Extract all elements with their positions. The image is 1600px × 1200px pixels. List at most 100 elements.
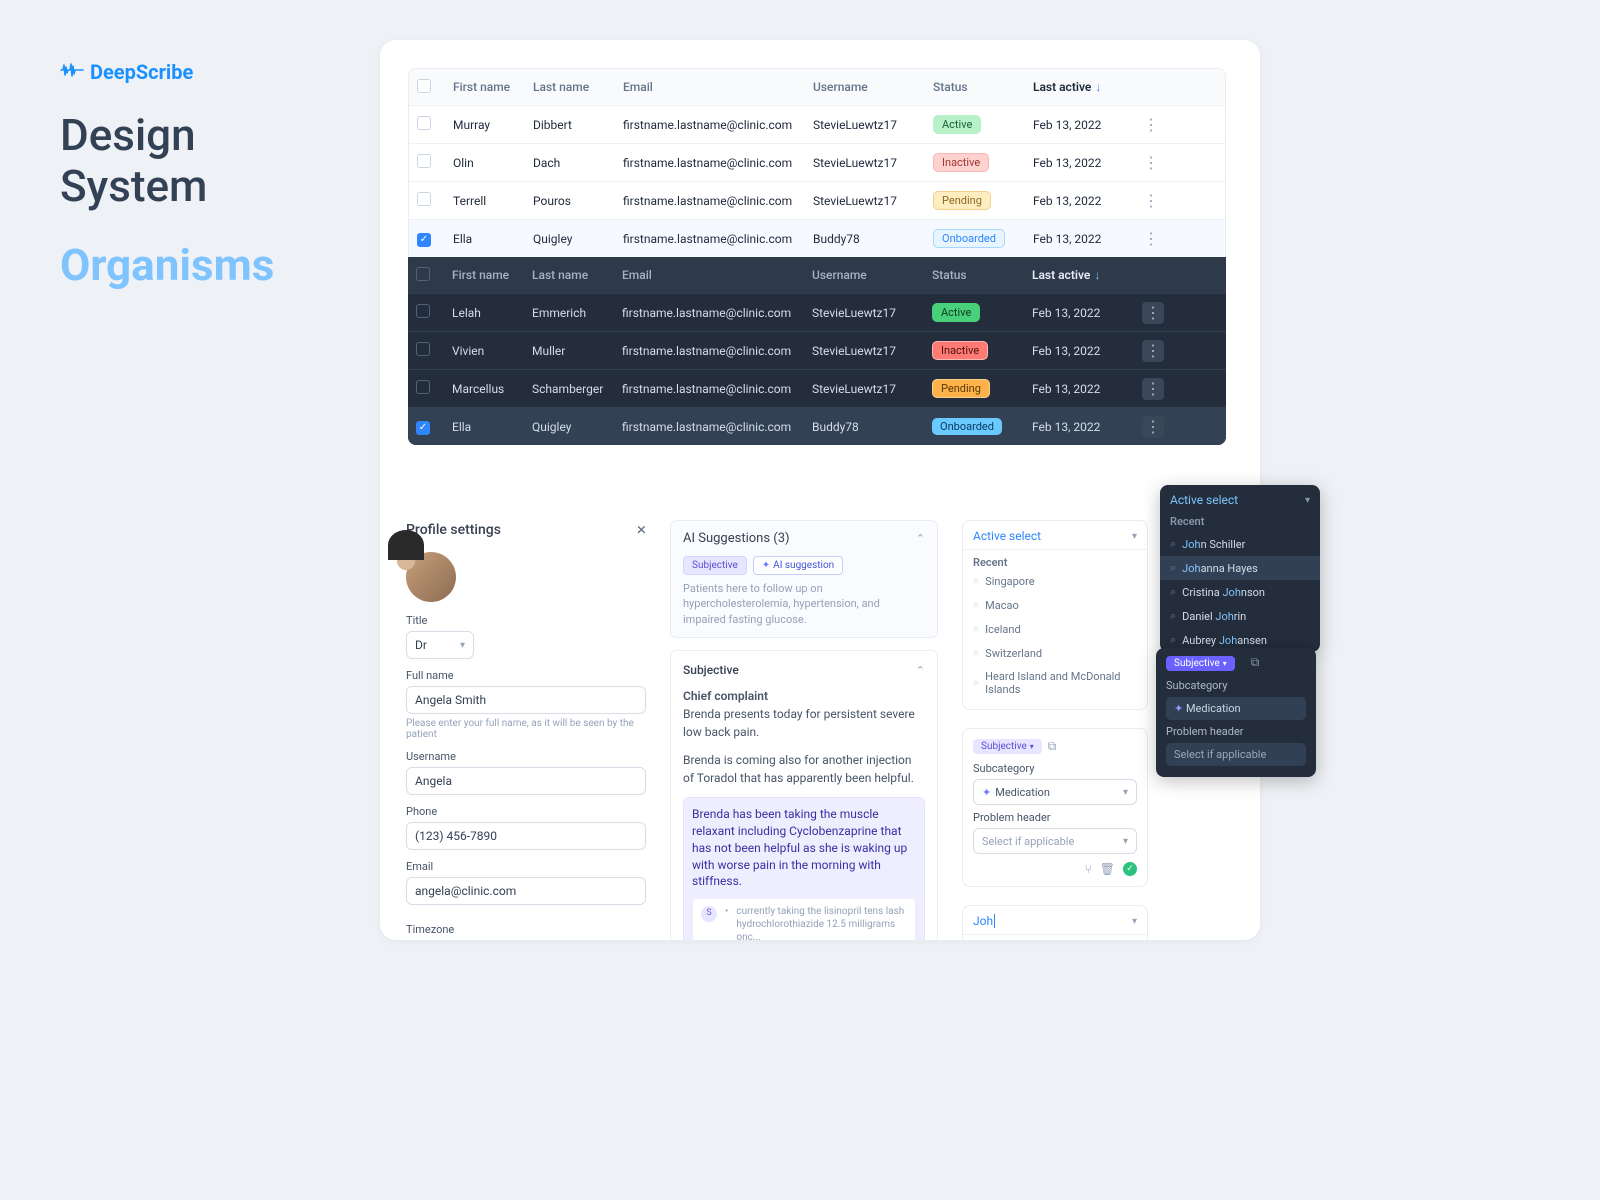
table-row[interactable]: OlinDachfirstname.lastname@clinic.comSte… bbox=[409, 143, 1225, 181]
cell-email: firstname.lastname@clinic.com bbox=[622, 306, 812, 320]
col-username[interactable]: Username bbox=[813, 80, 933, 94]
table-row[interactable]: MurrayDibbertfirstname.lastname@clinic.c… bbox=[409, 105, 1225, 143]
close-icon[interactable]: × bbox=[637, 520, 646, 540]
copy-icon[interactable]: ⧉ bbox=[1251, 655, 1260, 670]
row-actions-icon[interactable]: ⋮ bbox=[1142, 378, 1164, 400]
email-input[interactable]: angela@clinic.com bbox=[406, 877, 646, 905]
row-actions-icon[interactable]: ⋮ bbox=[1143, 191, 1159, 210]
table-row[interactable]: TerrellPourosfirstname.lastname@clinic.c… bbox=[409, 181, 1225, 219]
ai-suggestions-header[interactable]: AI Suggestions (3) ⌃ bbox=[683, 531, 925, 546]
row-actions-icon[interactable]: ⋮ bbox=[1143, 229, 1159, 248]
row-actions-icon[interactable]: ⋮ bbox=[1142, 302, 1164, 324]
clinical-note-panel: AI Suggestions (3) ⌃ Subjective ✦AI sugg… bbox=[670, 520, 938, 940]
trash-icon[interactable]: 🗑 bbox=[1100, 862, 1115, 876]
confirm-icon[interactable]: ✓ bbox=[1123, 862, 1137, 876]
row-checkbox[interactable] bbox=[416, 304, 430, 318]
col-last-active[interactable]: Last active↓ bbox=[1032, 268, 1142, 282]
chevron-down-icon: ▾ bbox=[460, 640, 465, 651]
table-row[interactable]: EllaQuigleyfirstname.lastname@clinic.com… bbox=[408, 407, 1226, 445]
table-row[interactable]: EllaQuigleyfirstname.lastname@clinic.com… bbox=[409, 219, 1225, 257]
cell-username: StevieLuewtz17 bbox=[813, 156, 933, 170]
active-select-dropdown-dark[interactable]: Active select▾ Recent ⌕John Schiller⌕Joh… bbox=[1160, 485, 1320, 652]
col-status[interactable]: Status bbox=[932, 268, 1032, 282]
active-select-dropdown[interactable]: Active select▾ Recent ⌕Singapore⌕Macao⌕I… bbox=[962, 520, 1148, 710]
checkbox-all[interactable] bbox=[416, 267, 430, 281]
users-table-dark: First name Last name Email Username Stat… bbox=[408, 257, 1226, 445]
subcategory-select[interactable]: ✦ Medication bbox=[1166, 697, 1306, 720]
subcategory-select[interactable]: ✦Medication▾ bbox=[973, 779, 1137, 805]
username-input[interactable]: Angela bbox=[406, 767, 646, 795]
fullname-input[interactable]: Angela Smith bbox=[406, 686, 646, 714]
col-last[interactable]: Last name bbox=[533, 80, 623, 94]
col-email[interactable]: Email bbox=[623, 80, 813, 94]
select-option[interactable]: ⌕John Schiller bbox=[1160, 532, 1320, 556]
search-icon: ⌕ bbox=[1170, 561, 1176, 575]
select-option[interactable]: ⌕Heard Island and McDonald Islands bbox=[963, 665, 1147, 701]
select-option[interactable]: ⌕Switzerland bbox=[963, 641, 1147, 665]
chief-complaint-label: Chief complaint bbox=[683, 689, 768, 703]
col-status[interactable]: Status bbox=[933, 80, 1033, 94]
col-last[interactable]: Last name bbox=[532, 268, 622, 282]
row-actions-icon[interactable]: ⋮ bbox=[1143, 153, 1159, 172]
row-actions-icon[interactable]: ⋮ bbox=[1142, 340, 1164, 362]
cell-email: firstname.lastname@clinic.com bbox=[622, 420, 812, 434]
pill-subjective[interactable]: Subjective ▾ bbox=[1166, 656, 1235, 671]
row-checkbox[interactable] bbox=[416, 421, 430, 435]
table-row[interactable]: MarcellusSchambergerfirstname.lastname@c… bbox=[408, 369, 1226, 407]
select-option[interactable]: ⌕Cristina Johnson bbox=[1160, 580, 1320, 604]
table-row[interactable]: VivienMullerfirstname.lastname@clinic.co… bbox=[408, 331, 1226, 369]
select-option[interactable]: ⌕Singapore bbox=[963, 569, 1147, 593]
label-timezone: Timezone bbox=[406, 923, 646, 936]
checkbox-all[interactable] bbox=[417, 79, 431, 93]
cell-email: firstname.lastname@clinic.com bbox=[623, 118, 813, 132]
subjective-header[interactable]: Subjective ⌃ bbox=[683, 663, 925, 677]
select-option[interactable]: ⌕Daniel Johrin bbox=[1160, 604, 1320, 628]
search-dropdown[interactable]: Joh▾ Recent ⌕John Schiller⌕Johanna Hayes… bbox=[962, 905, 1148, 940]
brand-name: DeepScribe bbox=[90, 60, 193, 84]
cell-last: Muller bbox=[532, 344, 622, 358]
avatar[interactable] bbox=[406, 552, 456, 602]
problem-header-select[interactable]: Select if applicable▾ bbox=[973, 828, 1137, 854]
cell-first: Murray bbox=[453, 118, 533, 132]
suggestion-icon: S bbox=[701, 906, 717, 922]
select-option[interactable]: ⌕Iceland bbox=[963, 617, 1147, 641]
row-checkbox[interactable] bbox=[417, 154, 431, 168]
chief-complaint-text[interactable]: Brenda presents today for persistent sev… bbox=[683, 705, 925, 741]
table-row[interactable]: LelahEmmerichfirstname.lastname@clinic.c… bbox=[408, 293, 1226, 331]
phone-input[interactable]: (123) 456-7890 bbox=[406, 822, 646, 850]
copy-icon[interactable]: ⧉ bbox=[1048, 739, 1057, 754]
row-checkbox[interactable] bbox=[417, 192, 431, 206]
row-checkbox[interactable] bbox=[417, 116, 431, 130]
branch-icon[interactable]: ⑂ bbox=[1085, 862, 1092, 876]
search-input[interactable]: Joh bbox=[973, 914, 995, 928]
pill-subjective[interactable]: Subjective bbox=[683, 556, 747, 575]
problem-header-label: Problem header bbox=[1156, 723, 1316, 740]
col-email[interactable]: Email bbox=[622, 268, 812, 282]
pill-ai-suggestion[interactable]: ✦AI suggestion bbox=[753, 556, 843, 575]
col-username[interactable]: Username bbox=[812, 268, 932, 282]
select-option[interactable]: ⌕Johanna Hayes bbox=[1160, 556, 1320, 580]
title-select[interactable]: Dr▾ bbox=[406, 631, 474, 659]
row-checkbox[interactable] bbox=[417, 233, 431, 247]
chevron-down-icon: ▾ bbox=[1123, 836, 1128, 847]
pill-subjective[interactable]: Subjective ▾ bbox=[973, 739, 1042, 754]
status-badge: Active bbox=[933, 115, 981, 134]
cell-last: Emmerich bbox=[532, 306, 622, 320]
select-option[interactable]: ⌕Macao bbox=[963, 593, 1147, 617]
col-last-active[interactable]: Last active↓ bbox=[1033, 80, 1143, 94]
cell-first: Vivien bbox=[452, 344, 532, 358]
search-icon: ⌕ bbox=[973, 622, 979, 636]
chevron-down-icon: ▾ bbox=[1132, 531, 1137, 542]
col-first[interactable]: First name bbox=[453, 80, 533, 94]
row-checkbox[interactable] bbox=[416, 342, 430, 356]
row-checkbox[interactable] bbox=[416, 380, 430, 394]
problem-header-select[interactable]: Select if applicable bbox=[1166, 743, 1306, 766]
highlighted-note[interactable]: Brenda has been taking the muscle relaxa… bbox=[683, 797, 925, 940]
row-actions-icon[interactable]: ⋮ bbox=[1142, 416, 1164, 438]
inline-suggestion[interactable]: S• currently taking the lisinopril tens … bbox=[692, 898, 916, 940]
cell-email: firstname.lastname@clinic.com bbox=[623, 194, 813, 208]
cell-first: Marcellus bbox=[452, 382, 532, 396]
col-first[interactable]: First name bbox=[452, 268, 532, 282]
note-paragraph[interactable]: Brenda is coming also for another inject… bbox=[683, 751, 925, 787]
row-actions-icon[interactable]: ⋮ bbox=[1143, 115, 1159, 134]
